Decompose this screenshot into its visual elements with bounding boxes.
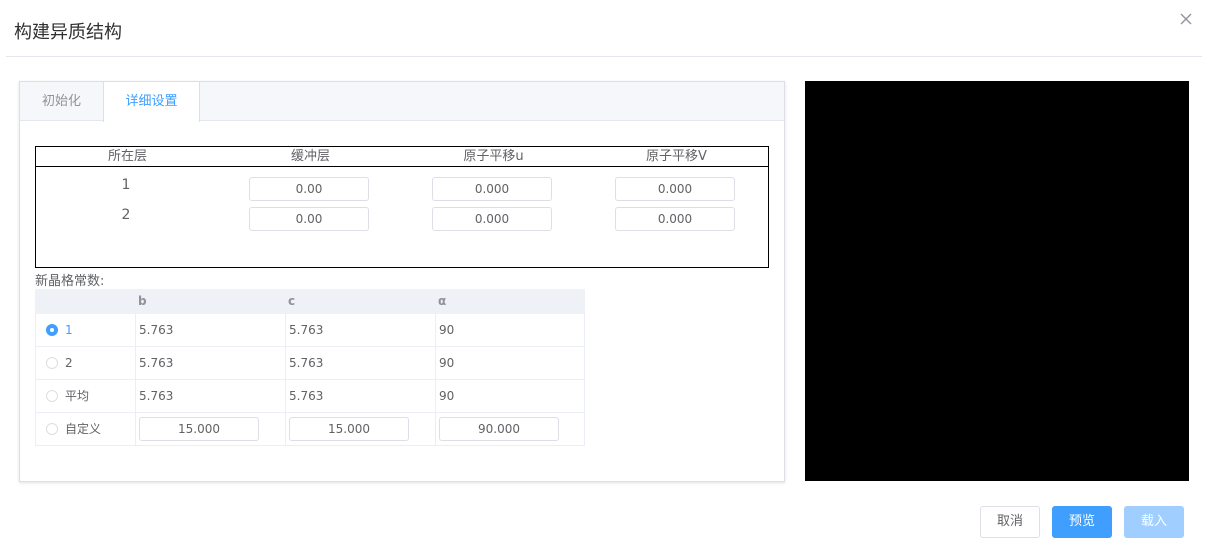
dialog-title: 构建异质结构 [14,22,122,43]
table-row[interactable]: 1 5.763 5.763 90 [35,314,585,347]
cell-alpha: 90 [439,389,455,403]
header-layer: 所在层 [107,149,147,164]
radio-label-custom: 自定义 [65,422,102,436]
layer-table-header: 所在层 缓冲层 原子平移u 原子平移V [36,147,768,167]
tab-initialize[interactable]: 初始化 [20,82,103,121]
cell-c: 5.763 [289,356,324,370]
header-alpha: α [438,294,447,308]
lattice-constant-label: 新晶格常数: [35,274,105,289]
preview-button[interactable]: 预览 [1052,506,1112,538]
header-shift-v: 原子平移V [646,149,707,164]
custom-alpha-input[interactable]: 90.000 [439,417,559,441]
cell-alpha: 90 [439,323,455,337]
cancel-button[interactable]: 取消 [980,506,1040,538]
radio-option-average[interactable] [46,390,58,402]
cell-c: 5.763 [289,389,324,403]
shift-u-input-1[interactable]: 0.000 [432,177,552,201]
layer-table: 所在层 缓冲层 原子平移u 原子平移V 1 0.00 0.000 0.000 2… [35,146,769,268]
header-c: c [288,294,296,308]
cell-b: 5.763 [139,323,174,337]
settings-card: 初始化 详细设置 所在层 缓冲层 原子平移u 原子平移V 1 0.00 0.00… [19,81,785,482]
load-button[interactable]: 载入 [1124,506,1184,538]
radio-label-2: 2 [65,356,73,370]
layer-row-1-label: 1 [121,177,131,193]
lattice-table-header: b c α [35,289,585,314]
header-b: b [138,294,147,308]
radio-option-2[interactable] [46,357,58,369]
shift-v-input-1[interactable]: 0.000 [615,177,735,201]
cell-b: 5.763 [139,389,174,403]
radio-label-average: 平均 [65,389,90,403]
close-icon[interactable] [1179,12,1193,26]
table-row[interactable]: 自定义 15.000 15.000 90.000 [35,413,585,446]
radio-option-1[interactable] [46,324,58,336]
header-shift-u: 原子平移u [463,149,524,164]
cell-alpha: 90 [439,356,455,370]
table-row[interactable]: 2 5.763 5.763 90 [35,347,585,380]
tab-bar: 初始化 详细设置 [20,82,784,122]
radio-label-1: 1 [65,323,73,337]
structure-preview-canvas[interactable] [805,81,1189,481]
header-buffer: 缓冲层 [290,149,330,164]
shift-v-input-2[interactable]: 0.000 [615,207,735,231]
table-row[interactable]: 平均 5.763 5.763 90 [35,380,585,413]
layer-row-2-label: 2 [121,207,131,223]
custom-b-input[interactable]: 15.000 [139,417,259,441]
cell-b: 5.763 [139,356,174,370]
tab-detail-settings[interactable]: 详细设置 [103,82,200,122]
header-divider [6,56,1202,57]
buffer-input-2[interactable]: 0.00 [249,207,369,231]
cell-c: 5.763 [289,323,324,337]
radio-option-custom[interactable] [46,423,58,435]
shift-u-input-2[interactable]: 0.000 [432,207,552,231]
buffer-input-1[interactable]: 0.00 [249,177,369,201]
custom-c-input[interactable]: 15.000 [289,417,409,441]
